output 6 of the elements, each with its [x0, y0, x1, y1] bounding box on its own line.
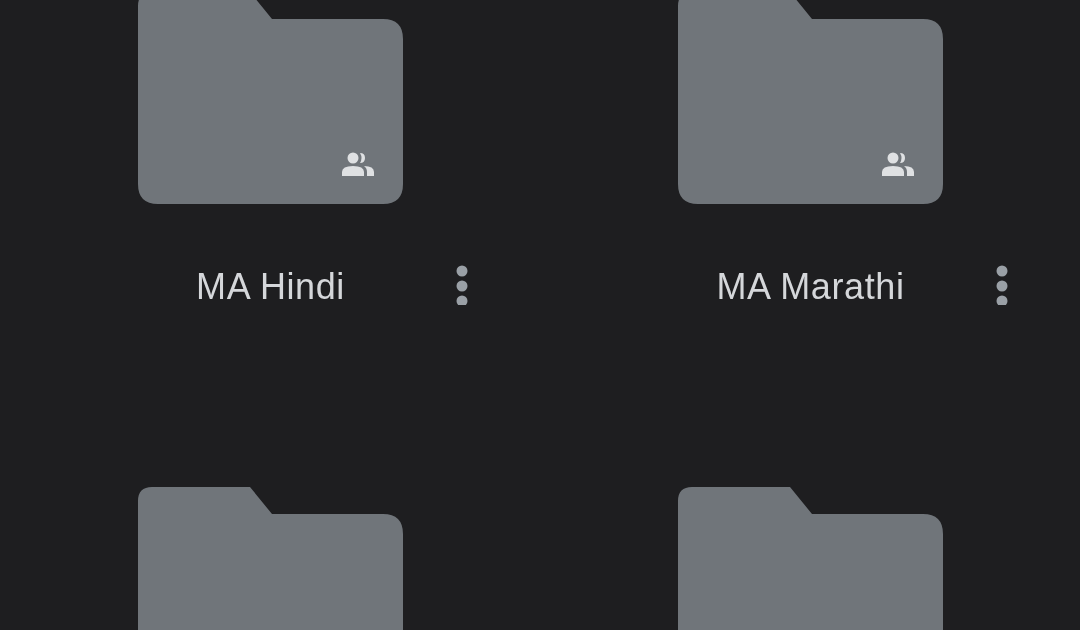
folder-icon[interactable]	[678, 0, 943, 204]
folder-icon[interactable]	[138, 0, 403, 204]
more-options-icon[interactable]	[996, 265, 1008, 305]
folder-name: MA Hindi	[195, 266, 346, 308]
folder-name: MA Marathi	[715, 266, 906, 308]
more-options-icon[interactable]	[456, 265, 468, 305]
